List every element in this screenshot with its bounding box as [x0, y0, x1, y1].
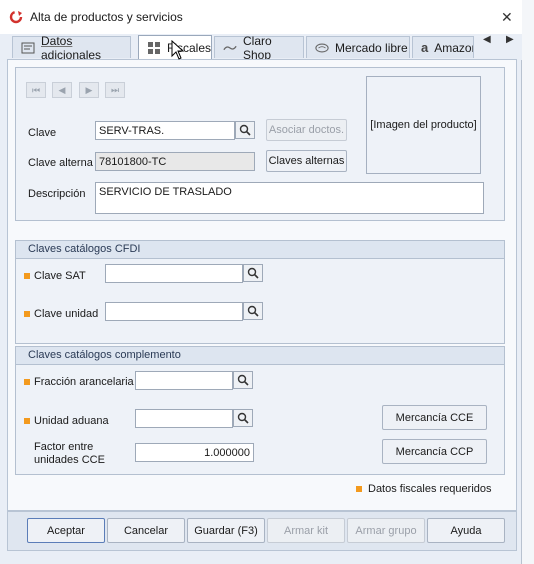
- clave-alterna-field: 78101800-TC: [95, 152, 255, 171]
- fraccion-label: Fracción arancelaria: [34, 376, 134, 388]
- mercado-icon: [315, 41, 329, 55]
- tab-claro-shop[interactable]: Claro Shop: [214, 34, 304, 62]
- clave-label: Clave: [28, 127, 57, 139]
- clave-input[interactable]: SERV-TRAS.: [95, 121, 235, 140]
- armar-kit-button[interactable]: Armar kit: [267, 518, 345, 543]
- guardar-button[interactable]: Guardar (F3): [187, 518, 265, 543]
- nav-prev-icon[interactable]: ◀: [52, 82, 72, 98]
- tab-datos-adicionales[interactable]: Datos adicionales: [12, 34, 131, 62]
- nav-first-icon[interactable]: ⏮: [26, 82, 46, 98]
- clave-alterna-label: Clave alterna: [28, 157, 93, 169]
- tab-scroll-right-icon[interactable]: ▶: [506, 34, 514, 45]
- required-marker: [24, 379, 30, 385]
- factor-input[interactable]: 1.000000: [135, 443, 254, 462]
- tab-label: Claro Shop: [243, 33, 272, 62]
- tab-label: Amazon: [434, 40, 474, 55]
- tab-label: Datos adicionales: [41, 33, 102, 62]
- fraccion-search-icon[interactable]: [233, 371, 253, 389]
- clave-sat-label: Clave SAT: [34, 270, 86, 282]
- grid-icon: [147, 41, 161, 55]
- datos-icon: [21, 41, 35, 55]
- clave-unidad-search-icon[interactable]: [243, 302, 263, 320]
- clave-sat-input[interactable]: [105, 264, 243, 283]
- tab-scroll-left-icon[interactable]: ◀: [483, 34, 491, 45]
- amazon-icon: a: [421, 40, 429, 55]
- clave-unidad-label: Clave unidad: [34, 308, 99, 320]
- mercancia-ccp-button[interactable]: Mercancía CCP: [382, 439, 487, 464]
- background-window-edge: [522, 0, 534, 564]
- claves-alternas-button[interactable]: Claves alternas: [266, 150, 347, 172]
- unidad-aduana-search-icon[interactable]: [233, 409, 253, 427]
- unidad-aduana-label: Unidad aduana: [34, 415, 109, 427]
- title-bar: Alta de productos y servicios ✕: [0, 0, 522, 34]
- factor-label-line2: unidades CCE: [34, 454, 105, 466]
- required-marker: [24, 273, 30, 279]
- factor-label: Factor entre unidades CCE: [34, 441, 105, 467]
- claro-icon: [223, 41, 237, 55]
- window-title: Alta de productos y servicios: [30, 10, 183, 24]
- clave-sat-search-icon[interactable]: [243, 264, 263, 282]
- factor-label-line1: Factor entre: [34, 441, 94, 453]
- clave-unidad-input[interactable]: [105, 302, 243, 321]
- aceptar-button[interactable]: Aceptar: [27, 518, 105, 543]
- fraccion-input[interactable]: [135, 371, 233, 390]
- cancelar-button[interactable]: Cancelar: [107, 518, 185, 543]
- cfdi-group: Claves catálogos CFDI: [15, 240, 505, 344]
- nav-next-icon[interactable]: ▶: [79, 82, 99, 98]
- tab-amazon[interactable]: a Amazon: [412, 36, 474, 58]
- app-icon: [9, 10, 23, 24]
- required-marker: [24, 418, 30, 424]
- ayuda-button[interactable]: Ayuda: [427, 518, 505, 543]
- unidad-aduana-input[interactable]: [135, 409, 233, 428]
- nav-last-icon[interactable]: ⏭: [105, 82, 125, 98]
- armar-grupo-button[interactable]: Armar grupo: [347, 518, 425, 543]
- descripcion-input[interactable]: SERVICIO DE TRASLADO: [95, 182, 484, 214]
- mercancia-cce-button[interactable]: Mercancía CCE: [382, 405, 487, 430]
- complemento-group-title: Claves catálogos complemento: [16, 347, 504, 365]
- required-legend-marker: [356, 486, 362, 492]
- tab-label: Mercado libre: [335, 40, 408, 55]
- required-marker: [24, 311, 30, 317]
- required-legend-label: Datos fiscales requeridos: [368, 483, 492, 495]
- clave-search-icon[interactable]: [235, 121, 255, 139]
- cfdi-group-title: Claves catálogos CFDI: [16, 241, 504, 259]
- tab-mercado-libre[interactable]: Mercado libre: [306, 36, 410, 58]
- product-image[interactable]: [Imagen del producto]: [366, 76, 481, 174]
- close-icon[interactable]: ✕: [501, 9, 513, 26]
- mouse-cursor-icon: [171, 40, 185, 60]
- asociar-doctos-button[interactable]: Asociar doctos.: [266, 119, 347, 141]
- descripcion-label: Descripción: [28, 188, 86, 200]
